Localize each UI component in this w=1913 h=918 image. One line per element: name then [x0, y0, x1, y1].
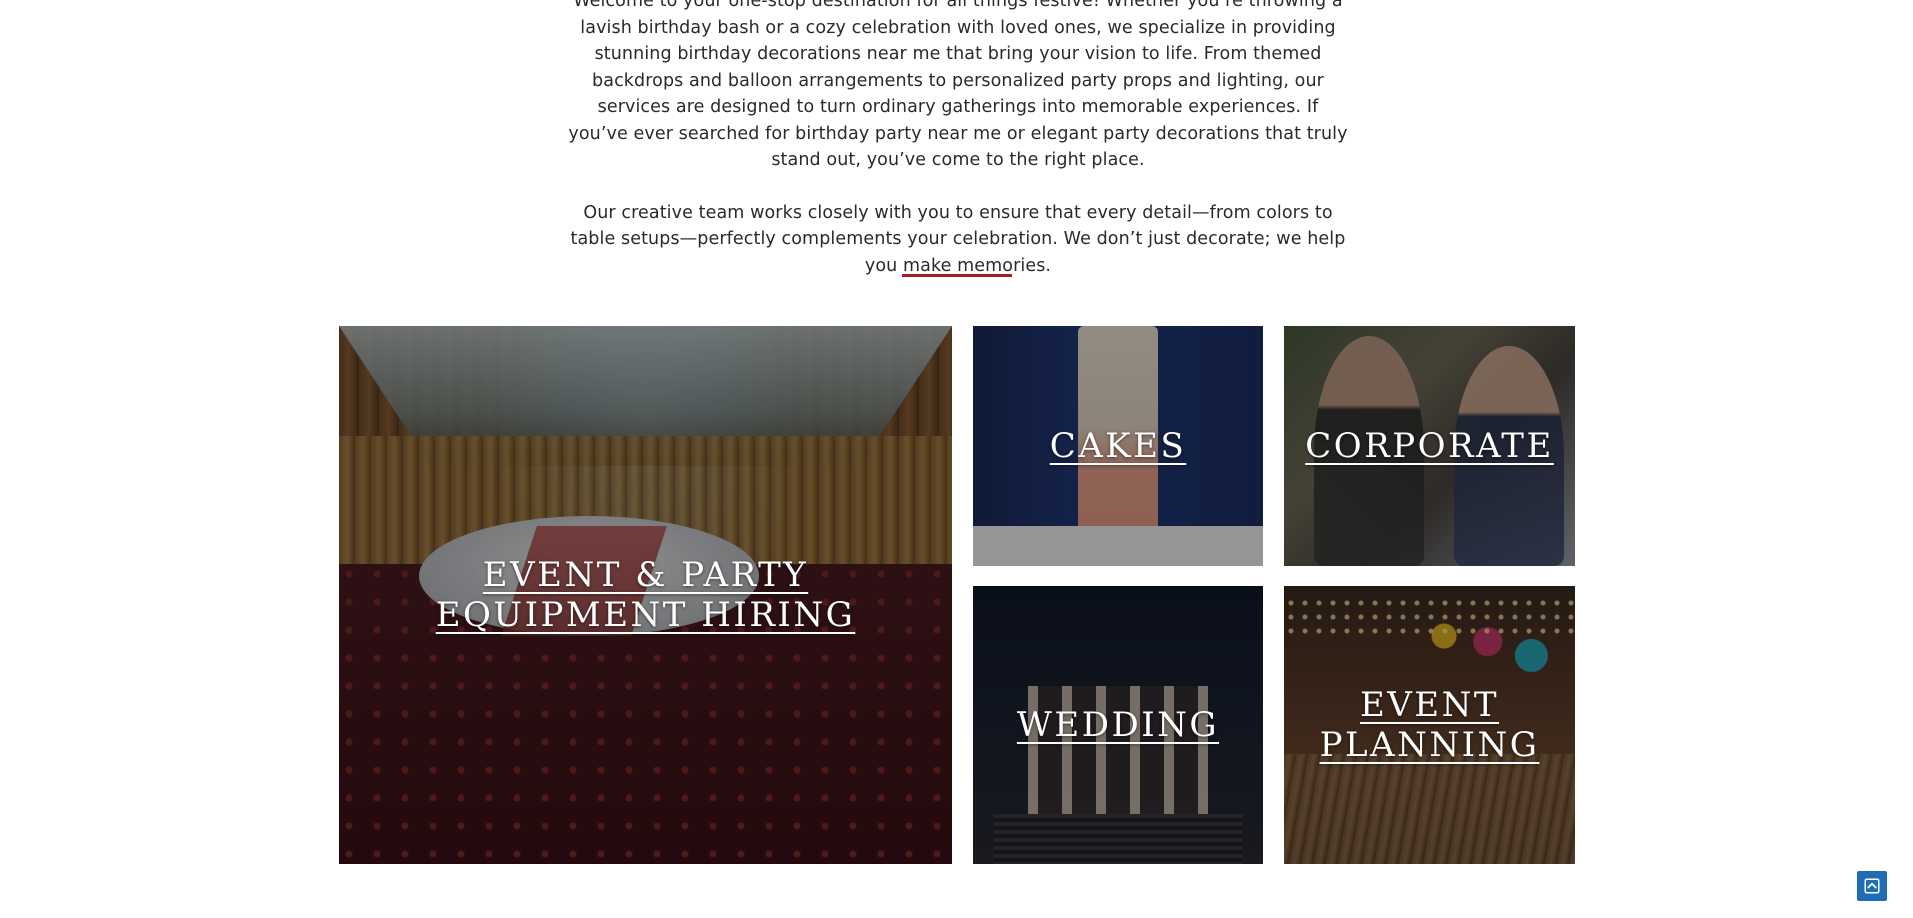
- tile-event-party-equipment-hiring[interactable]: EVENT & PARTY EQUIPMENT HIRING: [339, 326, 952, 864]
- intro-text: Welcome to your one-stop destination for…: [568, 0, 1348, 305]
- tile-label[interactable]: CORPORATE: [1285, 426, 1574, 466]
- arrow-up-icon: [1864, 878, 1880, 894]
- tile-label[interactable]: WEDDING: [997, 705, 1239, 745]
- tile-label[interactable]: EVENT PLANNING: [1284, 685, 1575, 765]
- scroll-to-top-button[interactable]: [1857, 871, 1887, 901]
- tile-corporate[interactable]: CORPORATE: [1284, 326, 1575, 566]
- tile-label[interactable]: EVENT & PARTY EQUIPMENT HIRING: [339, 555, 952, 635]
- page: Welcome to your one-stop destination for…: [0, 0, 1913, 918]
- tile-wedding[interactable]: WEDDING: [973, 586, 1263, 864]
- tile-label[interactable]: CAKES: [1030, 426, 1207, 466]
- tile-cakes[interactable]: CAKES: [973, 326, 1263, 566]
- intro-paragraph-1: Welcome to your one-stop destination for…: [568, 0, 1348, 170]
- intro-paragraph-2: Our creative team works closely with you…: [570, 202, 1346, 276]
- tile-event-planning[interactable]: EVENT PLANNING: [1284, 586, 1575, 864]
- section-divider: [902, 274, 1012, 277]
